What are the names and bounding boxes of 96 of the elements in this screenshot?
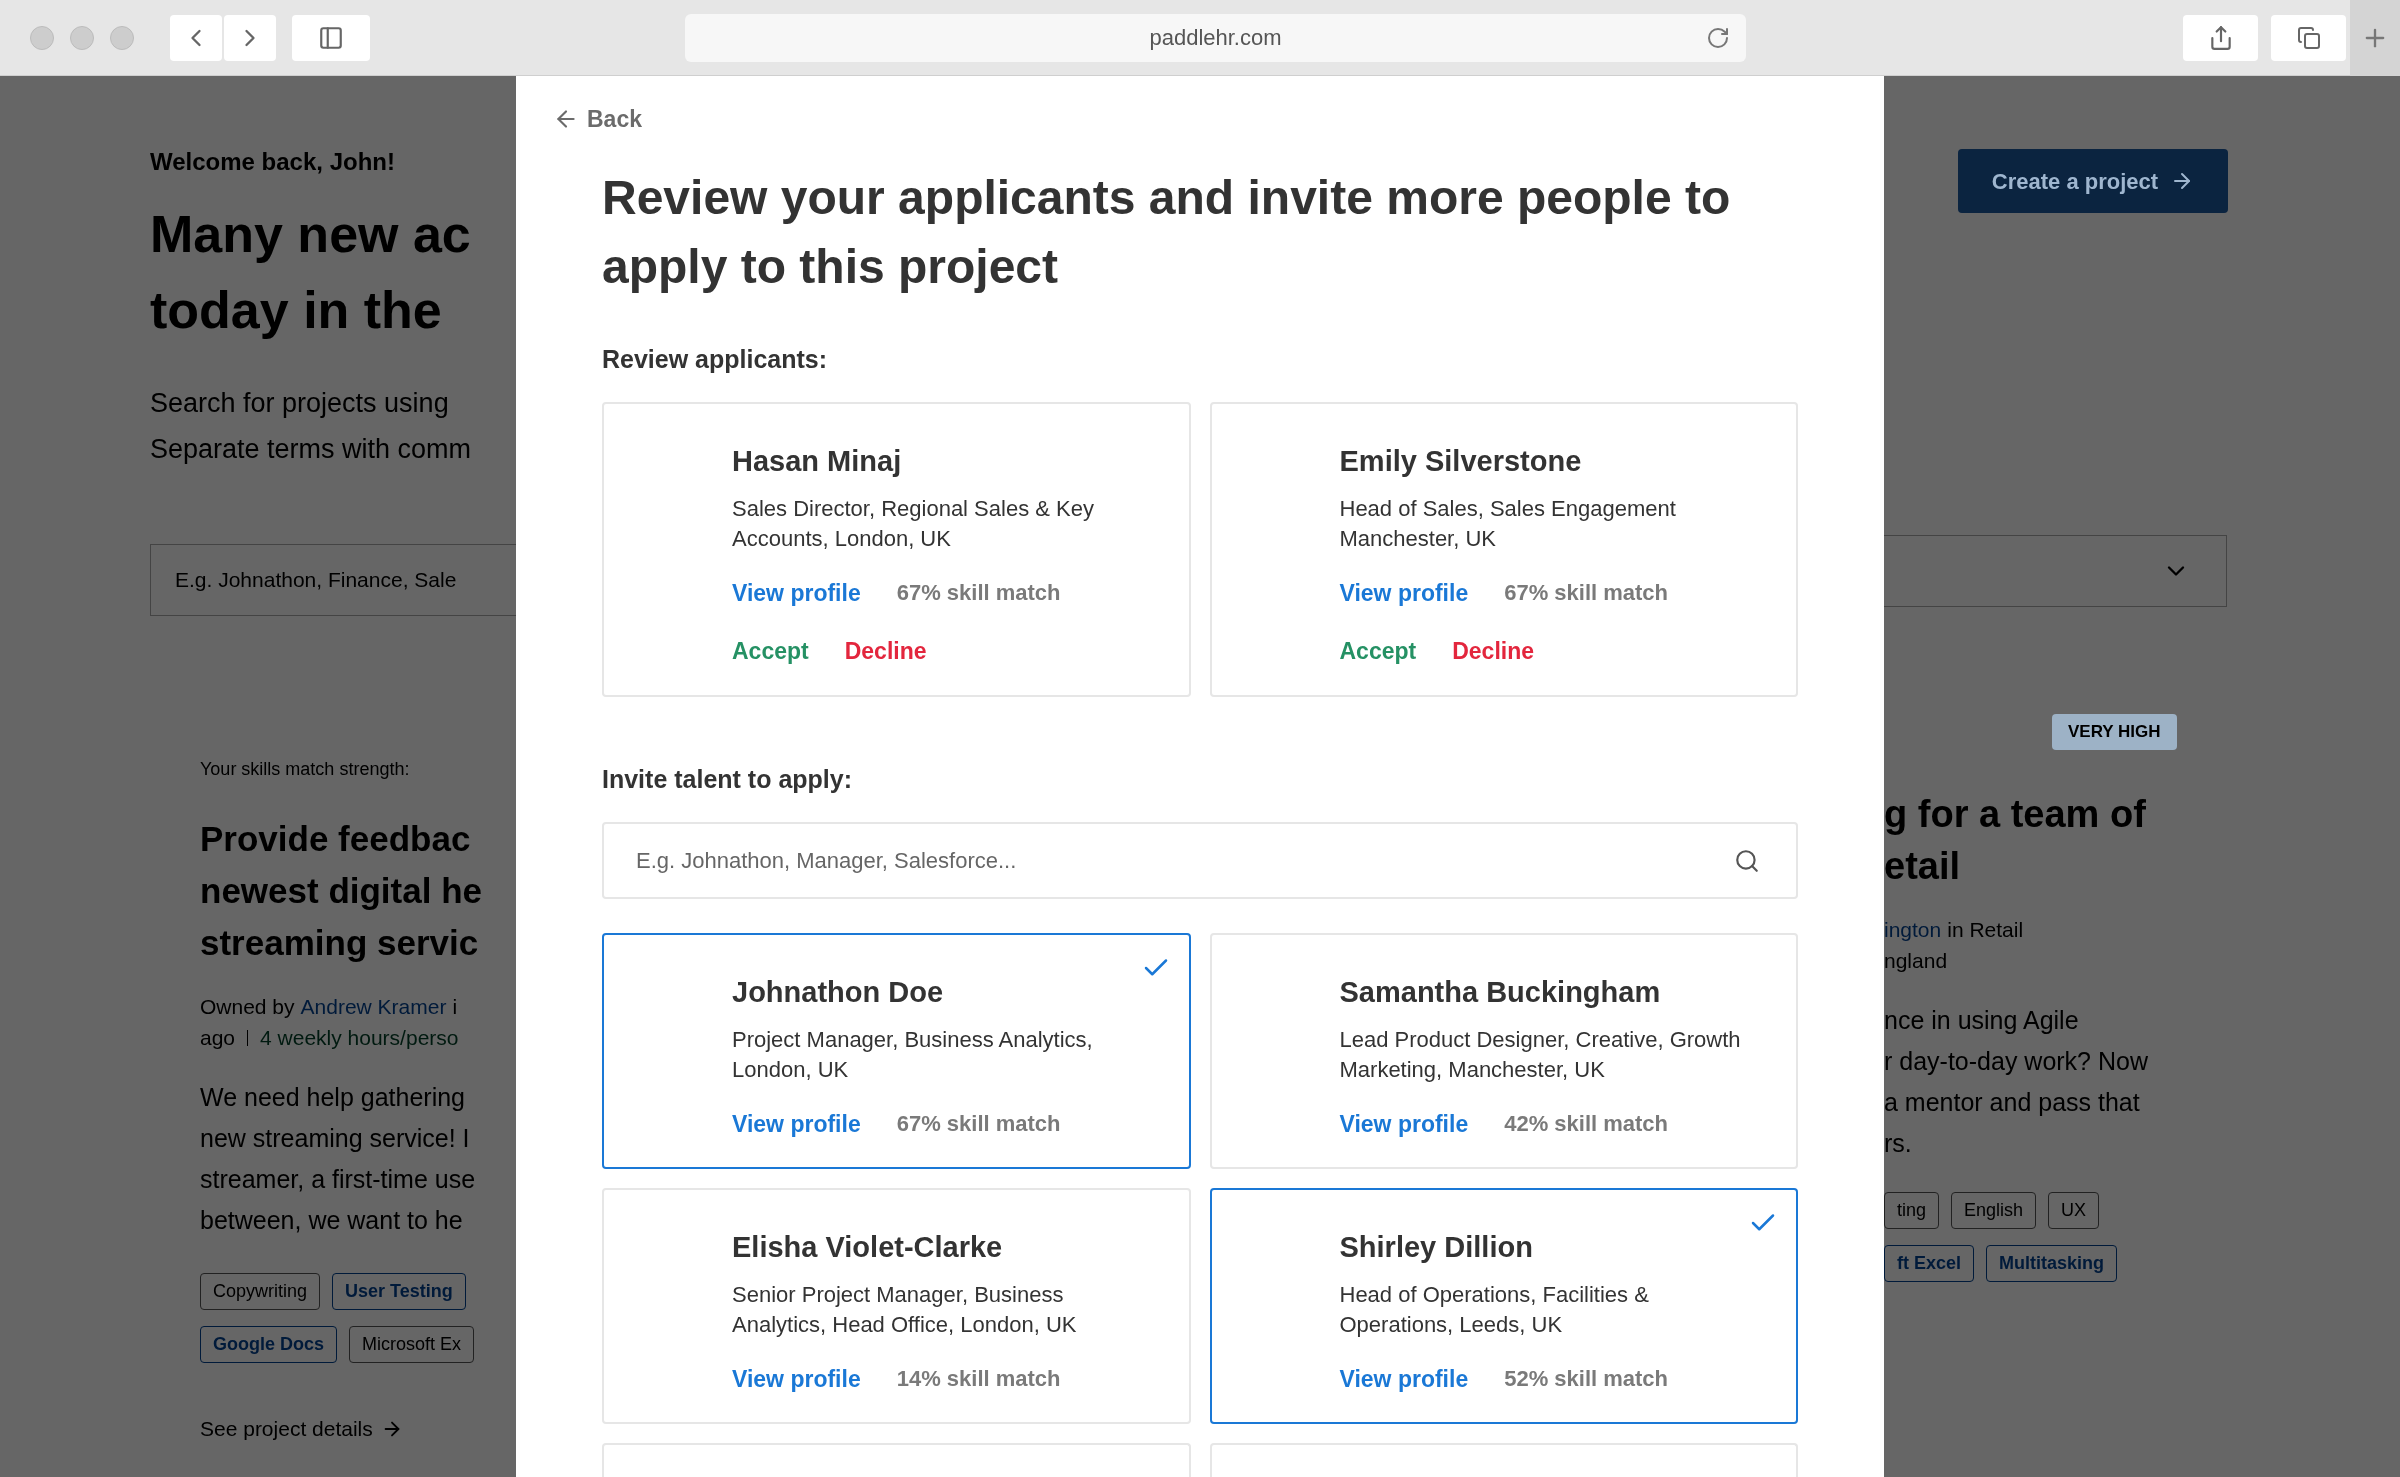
search-placeholder: E.g. Johnathon, Manager, Salesforce... (636, 847, 1017, 875)
reload-icon[interactable] (1706, 25, 1730, 50)
project-title: Provide feedbac (200, 818, 471, 860)
back-button[interactable]: Back (553, 102, 642, 137)
hours-text: 4 weekly hours/perso (260, 1025, 459, 1051)
owner-text: i (452, 994, 458, 1020)
project-title: streaming servic (200, 922, 479, 964)
view-profile-link[interactable]: View profile (1339, 575, 1469, 610)
skill-match-text: 67% skill match (896, 1110, 1061, 1139)
person-name: Samantha Buckingham (1339, 975, 1661, 1010)
person-card[interactable]: Shirley Dillion Head of Operations, Facilities & Operations, Leeds, UK View profile 52% skill match (1209, 1188, 1798, 1424)
person-name: Elisha Violet-Clarke (732, 1230, 1003, 1265)
intro-text: Search for projects using (150, 387, 449, 420)
time-text: ago (200, 1025, 236, 1051)
modal-title: Review your applicants and invite more people to apply to this project (602, 169, 1732, 295)
search-field[interactable]: E.g. Johnathon, Finance, Sale (150, 544, 516, 616)
person-card[interactable]: Hasan Minaj Sales Director, Regional Sales & Key Accounts, London, UK View profile 67% skill match Accept Decline (602, 402, 1191, 697)
person-description: Senior Project Manager, Business Analytics, Head Office, London, UK (732, 1280, 1078, 1339)
talent-search-field[interactable]: E.g. Johnathon, Manager, Salesforce... (602, 822, 1798, 899)
create-project-button[interactable]: Create a project (1958, 149, 2228, 213)
section-label: Invite talent to apply: (602, 763, 853, 795)
person-card[interactable] (602, 1443, 1191, 1477)
owner-label: Owned by (200, 994, 295, 1020)
intro-text: Separate terms with comm (150, 433, 472, 466)
skill-tag: Copywriting (200, 1273, 321, 1310)
window-control-icon[interactable] (30, 25, 54, 50)
skill-tag: UX (2048, 1191, 2100, 1229)
owner-link[interactable]: ington (1884, 913, 1942, 945)
skill-tag: Microsoft Ex (349, 1326, 475, 1363)
person-description: Head of Sales, Sales Engagement Manchester, UK (1339, 494, 1677, 553)
person-card[interactable] (1209, 1443, 1798, 1477)
view-profile-link[interactable]: View profile (1339, 1106, 1469, 1141)
project-description: We need help gathering (200, 1082, 465, 1113)
back-nav-button[interactable] (170, 14, 222, 61)
skill-tag: User Testing (332, 1273, 466, 1310)
view-profile-link[interactable]: View profile (732, 1361, 861, 1396)
section-label: Review applicants: (602, 343, 828, 375)
skill-tag: English (1951, 1191, 2037, 1229)
window-control-icon[interactable] (70, 25, 94, 50)
accept-button[interactable]: Accept (732, 634, 809, 669)
project-description: streamer, a first-time use (200, 1164, 476, 1195)
view-profile-link[interactable]: View profile (732, 1106, 861, 1141)
project-description: nce in using Agile (1884, 1004, 2079, 1036)
search-icon (1734, 847, 1760, 874)
project-description: between, we want to he (200, 1205, 463, 1236)
location-text: ngland (1884, 947, 1948, 974)
address-bar[interactable]: paddlehr.com (685, 13, 1746, 62)
decline-button[interactable]: Decline (1452, 634, 1535, 669)
sidebar-icon (318, 24, 344, 51)
person-card[interactable]: Emily Silverstone Head of Sales, Sales Engagement Manchester, UK View profile 67% skill match Accept Decline (1209, 402, 1798, 697)
person-card[interactable]: Elisha Violet-Clarke Senior Project Manager, Business Analytics, Head Office, London, UK View profile 14% skill match (602, 1188, 1191, 1424)
person-name: Emily Silverstone (1339, 444, 1582, 479)
decline-button[interactable]: Decline (844, 634, 927, 669)
person-description: Lead Product Designer, Creative, Growth Marketing, Manchester, UK (1339, 1025, 1742, 1084)
skill-match-text: 14% skill match (896, 1365, 1061, 1394)
person-name: Shirley Dillion (1339, 1230, 1533, 1265)
skill-match-text: 42% skill match (1504, 1110, 1669, 1139)
project-details-link[interactable]: See project details (200, 1413, 403, 1445)
project-description: a mentor and pass that (1884, 1086, 2140, 1118)
share-button[interactable] (2183, 14, 2258, 61)
skill-tag: ting (1884, 1191, 1940, 1229)
welcome-text: Welcome back, John! (150, 147, 395, 177)
skill-match-text: 52% skill match (1504, 1365, 1669, 1394)
skill-tag: Multitasking (1986, 1244, 2118, 1282)
dropdown-field[interactable] (1884, 535, 2227, 607)
person-name: Hasan Minaj (732, 444, 902, 479)
forward-nav-button[interactable] (224, 14, 276, 61)
skill-match-text: 67% skill match (1504, 579, 1669, 608)
tabs-button[interactable] (2271, 14, 2346, 61)
project-title: newest digital he (200, 870, 482, 912)
person-card[interactable]: Samantha Buckingham Lead Product Designer, Creative, Growth Marketing, Manchester, UK View profile 42% skill match (1209, 933, 1798, 1169)
person-name: Johnathon Doe (732, 975, 944, 1010)
strength-badge: VERY HIGH (2052, 714, 2177, 750)
window-control-icon[interactable] (110, 25, 134, 50)
owner-link[interactable]: Andrew Kramer (300, 991, 447, 1022)
project-title: g for a team of (1884, 791, 2146, 837)
accept-button[interactable]: Accept (1339, 634, 1417, 669)
person-card[interactable]: Johnathon Doe Project Manager, Business Analytics, London, UK View profile 67% skill match (602, 933, 1191, 1169)
skill-match-text: 67% skill match (896, 579, 1061, 608)
skill-tag: Google Docs (200, 1326, 337, 1363)
page-heading: today in the (150, 280, 442, 341)
person-description: Sales Director, Regional Sales & Key Accounts, London, UK (732, 494, 1095, 553)
person-description: Project Manager, Business Analytics, London, UK (732, 1025, 1094, 1084)
project-title: etail (1884, 843, 1961, 889)
sidebar-button[interactable] (292, 14, 370, 61)
project-description: rs. (1884, 1127, 1912, 1159)
skills-label: Your skills match strength: (200, 758, 410, 781)
page-heading: Many new ac (150, 204, 471, 265)
view-profile-link[interactable]: View profile (732, 575, 861, 610)
tabs-icon (2296, 25, 2321, 50)
skill-tag: ft Excel (1884, 1244, 1975, 1282)
project-description: new streaming service! I (200, 1123, 470, 1154)
project-description: r day-to-day work? Now (1884, 1045, 2148, 1077)
owner-text: in Retail (1947, 916, 2024, 943)
person-description: Head of Operations, Facilities & Operations, Leeds, UK (1339, 1280, 1650, 1339)
view-profile-link[interactable]: View profile (1339, 1361, 1469, 1396)
